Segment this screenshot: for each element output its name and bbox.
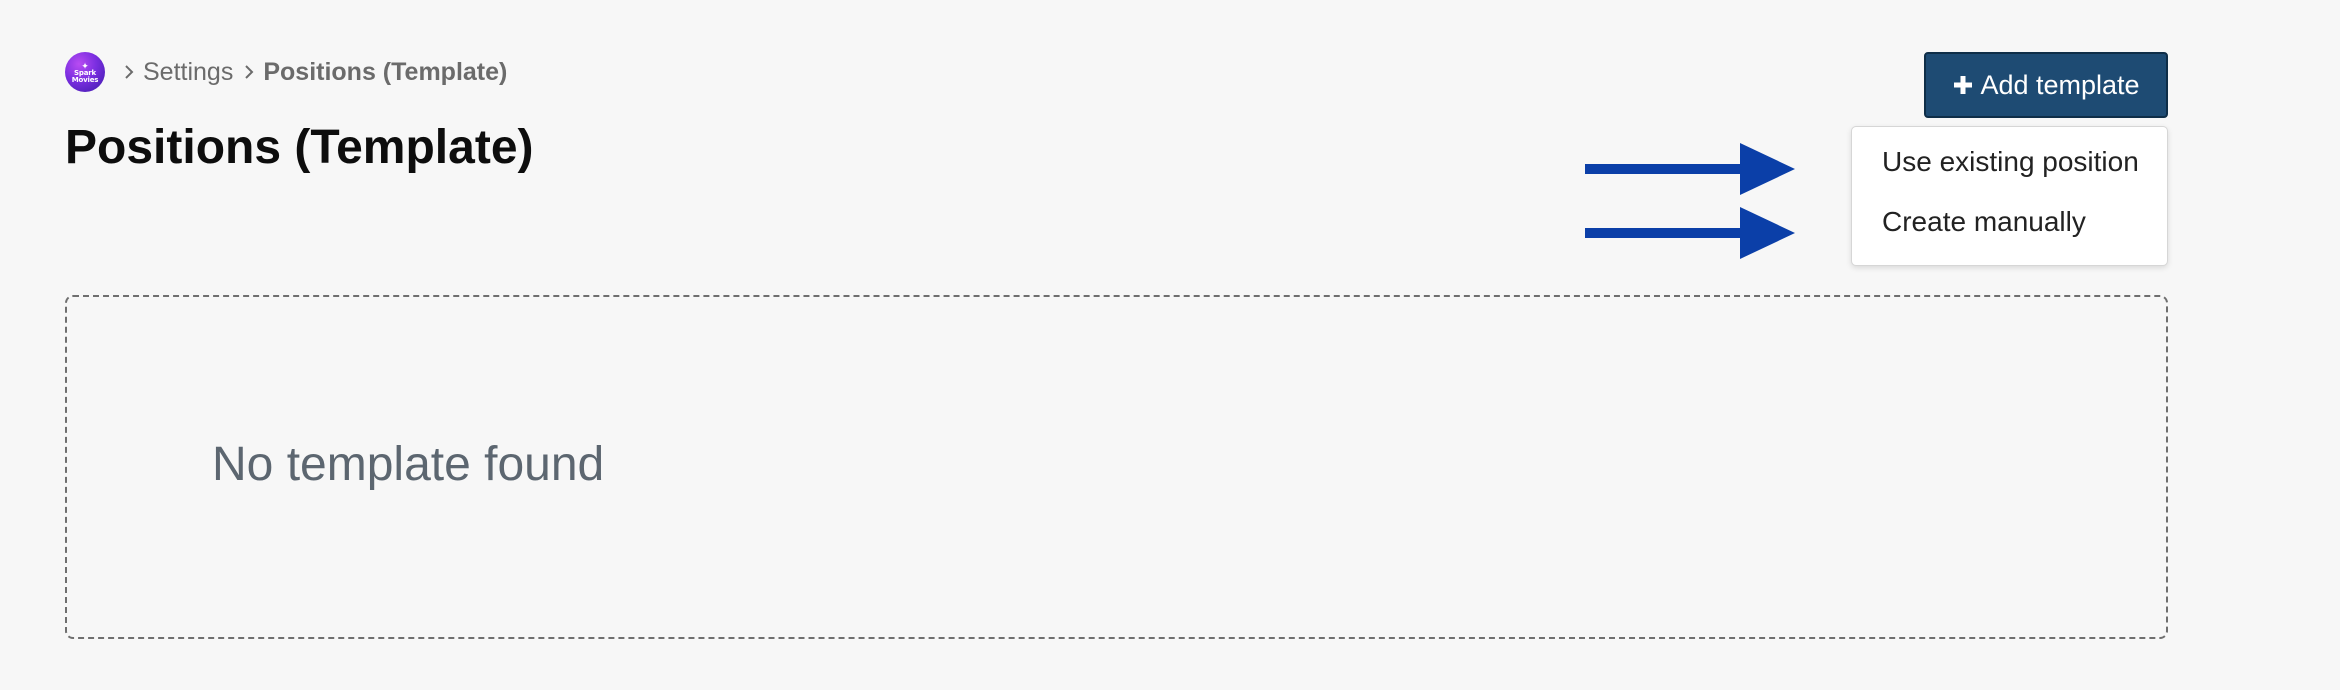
chevron-right-icon [243,65,255,79]
menu-item-use-existing-position[interactable]: Use existing position [1852,145,2167,205]
plus-icon [1952,74,1974,96]
add-template-button[interactable]: Add template [1924,52,2168,118]
breadcrumb: ✦ Spark Movies Settings Positions (Templa… [65,51,507,93]
breadcrumb-current: Positions (Template) [263,57,508,86]
menu-item-create-manually[interactable]: Create manually [1852,205,2167,265]
logo-text: Spark Movies [71,69,99,84]
breadcrumb-settings-link[interactable]: Settings [143,58,233,87]
annotation-arrow-icon [1585,207,1795,259]
annotation-arrow-icon [1585,143,1795,195]
chevron-right-icon [123,65,135,79]
add-template-dropdown: Use existing position Create manually [1851,126,2168,266]
company-logo[interactable]: ✦ Spark Movies [65,52,105,92]
empty-state-panel: No template found [65,295,2168,639]
page-title: Positions (Template) [65,121,534,174]
empty-state-message: No template found [212,438,605,491]
add-template-label: Add template [1980,69,2140,100]
